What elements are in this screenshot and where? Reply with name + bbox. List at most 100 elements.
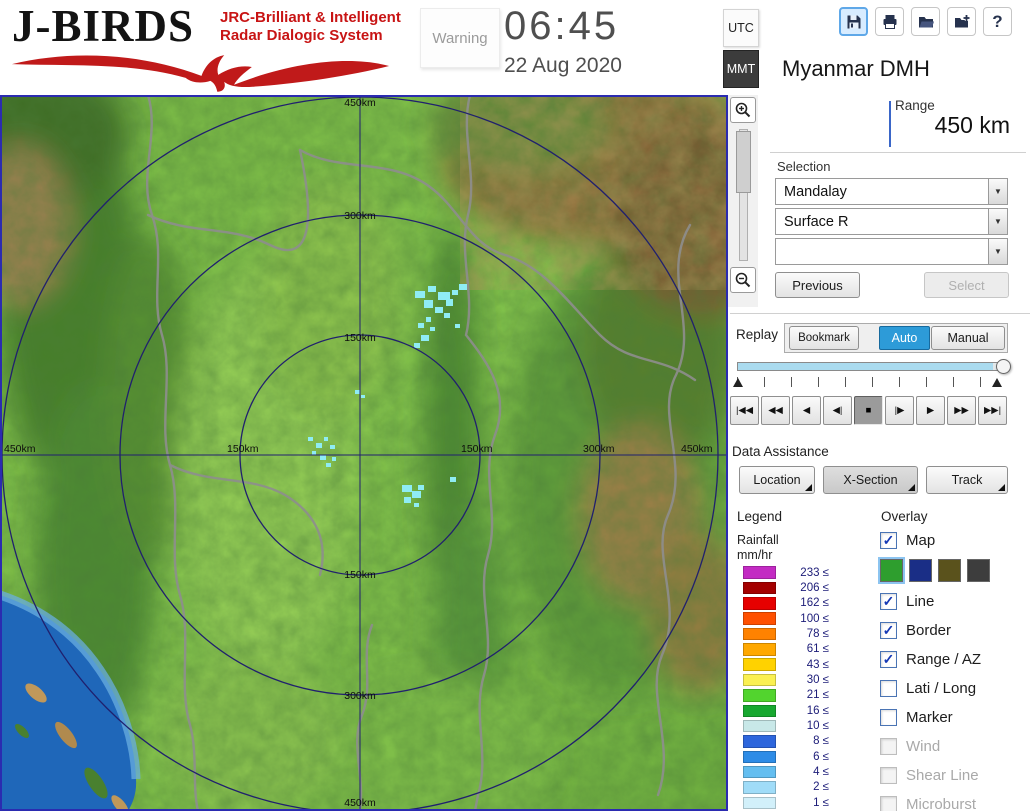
timeline-end-marker xyxy=(992,378,1002,387)
overlay-item[interactable]: ✓ Marker xyxy=(880,707,1030,728)
previous-button[interactable]: Previous xyxy=(775,272,860,298)
selection-dropdown[interactable]: ▼ xyxy=(775,238,1008,265)
selection-dropdown[interactable]: Surface R ▼ xyxy=(775,208,1008,235)
checkbox[interactable]: ✓ xyxy=(880,622,897,639)
divider xyxy=(730,313,1030,314)
open-button[interactable] xyxy=(911,7,940,36)
legend-row: 43 ≤ xyxy=(743,657,863,672)
timeline-handle[interactable] xyxy=(996,359,1011,374)
selection-dropdown[interactable]: Mandalay ▼ xyxy=(775,178,1008,205)
open-folder-icon xyxy=(918,16,934,27)
j-birds-app: J-BIRDS JRC-Brilliant & Intelligent Rada… xyxy=(0,0,1030,811)
replay-timeline-slider[interactable] xyxy=(737,362,1007,371)
x-section-button[interactable]: X-Section xyxy=(823,466,918,494)
range-ring-label: 450km xyxy=(681,443,713,455)
legend-color-swatch xyxy=(743,597,776,610)
map-style-swatch[interactable] xyxy=(880,559,903,582)
transport-button[interactable]: ◀◀ xyxy=(761,396,790,425)
header-bar: J-BIRDS JRC-Brilliant & Intelligent Rada… xyxy=(0,0,1030,95)
legend-value: 4 ≤ xyxy=(813,766,829,779)
legend-row: 21 ≤ xyxy=(743,688,863,703)
timeline-fill xyxy=(738,363,993,370)
transport-button[interactable]: |▶ xyxy=(885,396,914,425)
track-button[interactable]: Track xyxy=(926,466,1008,494)
legend-color-swatch xyxy=(743,750,776,764)
checkbox[interactable]: ✓ xyxy=(880,709,897,726)
warning-button[interactable]: Warning xyxy=(420,8,500,68)
overlay-item[interactable]: ✓ Lati / Long xyxy=(880,678,1030,699)
checkbox[interactable]: ✓ xyxy=(880,738,897,755)
range-ring-label: 150km xyxy=(344,332,376,344)
legend-row: 16 ≤ xyxy=(743,703,863,718)
transport-button[interactable]: |◀◀ xyxy=(730,396,759,425)
rainfall-legend: 233 ≤ 206 ≤ 162 ≤ 100 ≤ 78 ≤ 61 ≤ 43 ≤ 3… xyxy=(743,565,863,811)
transport-button[interactable]: ▶▶ xyxy=(947,396,976,425)
legend-color-swatch xyxy=(743,627,776,641)
overlay-item-label: Microburst xyxy=(906,796,977,811)
map-style-swatch[interactable] xyxy=(967,559,990,582)
mmt-button[interactable]: MMT xyxy=(723,50,759,88)
add-window-button[interactable] xyxy=(947,7,976,36)
data-assistance-label: Data Assistance xyxy=(732,444,829,459)
overlay-item-label: Map xyxy=(906,532,936,549)
range-value: 450 km xyxy=(934,112,1010,138)
checkbox[interactable]: ✓ xyxy=(880,796,897,811)
map-style-swatch[interactable] xyxy=(909,559,932,582)
legend-row: 4 ≤ xyxy=(743,764,863,779)
range-ring-label: 300km xyxy=(344,690,376,702)
overlay-item[interactable]: ✓ Microburst xyxy=(880,794,1030,811)
legend-color-swatch xyxy=(743,704,776,718)
range-ring-label: 150km xyxy=(344,569,376,581)
zoom-in-button[interactable] xyxy=(730,97,756,123)
transport-button[interactable]: ◀| xyxy=(823,396,852,425)
transport-button[interactable]: ■ xyxy=(854,396,883,425)
zoom-out-button[interactable] xyxy=(730,267,756,293)
checkbox[interactable]: ✓ xyxy=(880,767,897,784)
location-button[interactable]: Location xyxy=(739,466,815,494)
legend-value: 233 ≤ xyxy=(800,566,829,579)
transport-button[interactable]: ◀ xyxy=(792,396,821,425)
overlay-item-map[interactable]: ✓ Map xyxy=(880,530,1030,551)
select-button[interactable]: Select xyxy=(924,272,1009,298)
overlay-item[interactable]: ✓ Range / AZ xyxy=(880,649,1030,670)
timeline-ticks xyxy=(737,377,1007,387)
utc-button[interactable]: UTC xyxy=(723,9,759,47)
transport-button[interactable]: ▶▶| xyxy=(978,396,1007,425)
check-icon: ✓ xyxy=(882,651,895,667)
checkbox[interactable]: ✓ xyxy=(880,593,897,610)
manual-mode-button[interactable]: Manual xyxy=(931,326,1005,350)
save-button[interactable] xyxy=(839,7,868,36)
chevron-down-icon[interactable]: ▼ xyxy=(988,239,1007,264)
dropdown-value: Mandalay xyxy=(784,183,847,200)
radar-map[interactable]: 450km 300km 150km 150km 300km 450km 450k… xyxy=(0,95,728,811)
dropdown-value: Surface R xyxy=(784,213,849,230)
chevron-down-icon[interactable]: ▼ xyxy=(988,179,1007,204)
check-icon: ✓ xyxy=(882,593,895,609)
transport-button[interactable]: ▶ xyxy=(916,396,945,425)
zoom-slider-thumb[interactable] xyxy=(736,131,751,193)
zoom-in-icon xyxy=(735,102,751,118)
checkbox[interactable]: ✓ xyxy=(880,651,897,668)
legend-color-swatch xyxy=(743,796,776,810)
help-button[interactable]: ? xyxy=(983,7,1012,36)
legend-row: 6 ≤ xyxy=(743,749,863,764)
overlay-item[interactable]: ✓ Border xyxy=(880,620,1030,641)
overlay-item[interactable]: ✓ Line xyxy=(880,591,1030,612)
legend-color-swatch xyxy=(743,765,776,779)
chevron-down-icon[interactable]: ▼ xyxy=(988,209,1007,234)
auto-mode-button[interactable]: Auto xyxy=(879,326,930,350)
legend-value: 6 ≤ xyxy=(813,750,829,763)
legend-row: 2 ≤ xyxy=(743,780,863,795)
overlay-item[interactable]: ✓ Shear Line xyxy=(880,765,1030,786)
overlay-item[interactable]: ✓ Wind xyxy=(880,736,1030,757)
bookmark-button[interactable]: Bookmark xyxy=(789,326,859,350)
checkbox[interactable]: ✓ xyxy=(880,680,897,697)
print-button[interactable] xyxy=(875,7,904,36)
map-style-swatch[interactable] xyxy=(938,559,961,582)
legend-value: 100 ≤ xyxy=(800,612,829,625)
legend-row: 61 ≤ xyxy=(743,642,863,657)
print-icon xyxy=(883,14,896,29)
legend-row: 30 ≤ xyxy=(743,672,863,687)
map-checkbox[interactable]: ✓ xyxy=(880,532,897,549)
divider xyxy=(770,152,1026,153)
